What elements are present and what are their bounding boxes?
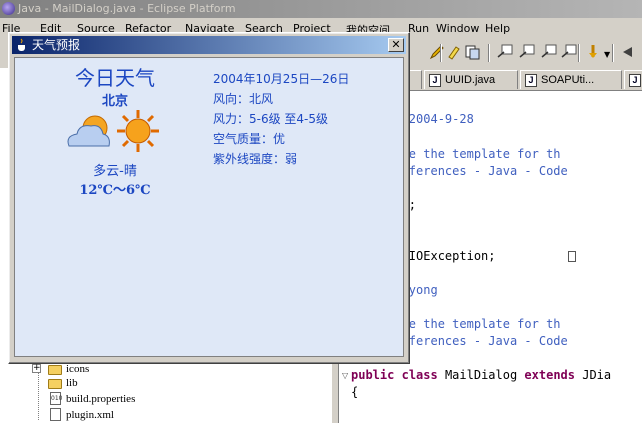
city-name: 北京 [101,94,128,109]
uv-index: 紫外线强度：弱 [213,152,298,166]
close-button[interactable]: ✕ [388,38,404,52]
eclipse-icon [2,2,15,15]
folded-code-icon[interactable] [568,251,576,262]
pencil-icon[interactable] [428,43,446,61]
folder-icon [48,365,62,375]
code-token: { [351,385,359,399]
code-token: extends [524,368,575,382]
cloud-sun-icon [67,115,110,147]
next-annotation-icon[interactable] [518,43,536,61]
weather-dialog: 天气预报 ✕ 今日天气 北京 多云-晴 12℃～6℃ 2004年10月25日—2… [8,32,410,364]
java-cup-icon [18,38,25,51]
java-file-icon: J [525,74,537,87]
expand-icon[interactable]: + [32,364,41,373]
forecast-date: 2004年10月25日—26日 [213,72,350,86]
editor-tab-uuid[interactable]: J UUID.java [424,70,518,89]
wind-force: 风力：5-6级 至4-5级 [213,112,329,126]
menu-run[interactable]: Run [408,22,429,35]
menu-help[interactable]: Help [485,22,510,35]
tree-item-plugin-xml[interactable]: plugin.xml [66,409,114,421]
chevron-down-icon[interactable]: ▼ [604,50,610,59]
collapse-icon[interactable]: ▽ [342,371,348,380]
toolbar-separator [488,44,490,62]
tree-item-lib[interactable]: lib [66,377,78,389]
properties-file-icon: 010 [50,392,62,405]
toolbar-separator [578,44,580,62]
highlight-icon[interactable] [446,43,464,61]
code-token: JDia [575,368,612,382]
code-line: public class MailDialog extends JDia [351,368,611,382]
tree-item-build-properties[interactable]: build.properties [66,393,135,405]
forward-icon[interactable] [560,43,578,61]
code-token: public [351,368,395,382]
wind-direction: 风向：北风 [213,92,274,106]
java-file-icon: J [429,74,441,87]
java-file-icon: J [629,74,641,87]
back-icon[interactable] [540,43,558,61]
back-nav-icon[interactable] [618,43,636,61]
code-token: class [401,368,438,382]
dialog-title-bar[interactable]: 天气预报 ✕ [12,36,406,54]
copy-icon[interactable] [464,43,482,61]
weather-condition: 多云-晴 [93,164,137,179]
prev-annotation-icon[interactable] [496,43,514,61]
window-title: Java - MailDialog.java - Eclipse Platfor… [18,2,236,15]
sun-icon [117,110,159,152]
eclipse-title-bar: Java - MailDialog.java - Eclipse Platfor… [0,0,642,18]
code-token: MailDialog [437,368,525,382]
dialog-title: 天气预报 [32,38,81,52]
editor-tab[interactable]: J [624,70,642,89]
code-line: { [351,385,358,399]
toolbar-separator [612,44,614,62]
temperature-range: 12℃～6℃ [79,183,151,198]
folder-icon [48,379,62,389]
toolbar-separator [440,44,442,62]
today-weather-heading: 今日天气 [75,66,155,90]
pin-icon[interactable] [584,43,602,61]
tree-item-icons[interactable]: icons [66,363,89,375]
weather-panel: 今日天气 北京 多云-晴 12℃～6℃ 2004年10月25日—26日 风向：北… [14,57,404,357]
xml-file-icon [50,408,61,421]
editor-tab-soaputil[interactable]: J SOAPUti... [520,70,622,89]
menu-window[interactable]: Window [436,22,479,35]
air-quality: 空气质量：优 [213,132,286,146]
